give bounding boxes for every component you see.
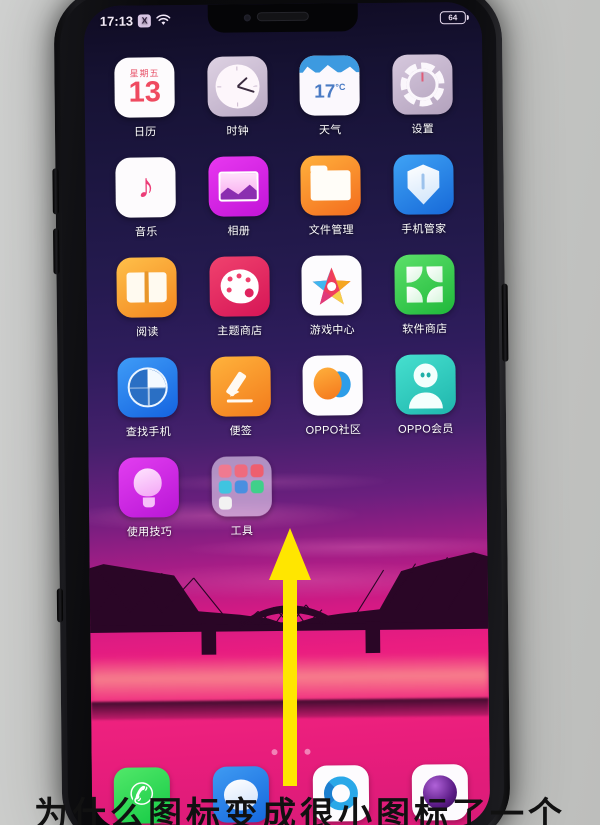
- music-note-glyph: ♪: [137, 167, 155, 206]
- earpiece-speaker: [256, 11, 309, 22]
- app-phone-manager[interactable]: 手机管家: [377, 154, 470, 237]
- grid-empty-slot: [380, 454, 473, 537]
- pencil-note-icon[interactable]: [210, 356, 271, 417]
- star-glyph: [312, 267, 351, 305]
- avatar-body: [408, 392, 443, 409]
- radar-shape: [127, 367, 169, 408]
- battery-indicator: 64: [439, 10, 466, 24]
- app-file-manager[interactable]: 文件管理: [284, 155, 377, 238]
- app-weather[interactable]: 17°C 天气: [283, 55, 376, 138]
- weather-temp-value: 17: [314, 81, 336, 103]
- caption-overlay: 为什么图标变成很小图标了一个: [34, 794, 566, 825]
- palette-shape: [220, 269, 259, 304]
- screen-notch: [207, 3, 358, 33]
- sim-tray[interactable]: [56, 588, 64, 623]
- page-dot[interactable]: [303, 748, 311, 755]
- app-calendar[interactable]: 星期五 13 日历: [98, 57, 191, 140]
- volume-up-button[interactable]: [52, 168, 59, 215]
- app-label: 相册: [227, 225, 251, 238]
- status-bar-left: 17:13 X: [99, 13, 171, 29]
- app-label: 阅读: [135, 326, 159, 339]
- app-label: 软件商店: [402, 323, 448, 336]
- phone-device: 17:13 X 64 星期五 13 日历 时钟 17°C 天气 设置 ♪ 音乐 …: [52, 0, 511, 825]
- app-oppo-member[interactable]: OPPO会员: [379, 354, 472, 437]
- weather-icon[interactable]: 17°C: [299, 55, 361, 116]
- app-label: 游戏中心: [309, 324, 356, 337]
- photos-icon[interactable]: [208, 156, 269, 217]
- volume-down-button[interactable]: [53, 228, 60, 275]
- photo-scene: 17:13 X 64 星期五 13 日历 时钟 17°C 天气 设置 ♪ 音乐 …: [0, 0, 600, 825]
- gear-ring: [400, 62, 445, 107]
- app-grid: 星期五 13 日历 时钟 17°C 天气 设置 ♪ 音乐 相册 文件管理 手机管…: [84, 54, 487, 540]
- file-folder-icon[interactable]: [300, 155, 362, 216]
- member-avatar-icon[interactable]: [395, 354, 456, 415]
- app-label: 设置: [411, 123, 435, 136]
- front-camera-icon: [243, 14, 251, 22]
- settings-gear-icon[interactable]: [391, 54, 453, 115]
- app-label: 时钟: [226, 125, 250, 138]
- palette-icon[interactable]: [209, 256, 270, 317]
- app-label: 手机管家: [401, 223, 447, 236]
- app-label: 便签: [229, 425, 253, 438]
- wifi-icon: [156, 14, 171, 25]
- app-tools-folder[interactable]: 工具: [195, 456, 288, 539]
- app-label: 日历: [133, 126, 157, 139]
- star-game-icon[interactable]: [301, 255, 363, 316]
- app-notes[interactable]: 便签: [194, 356, 287, 439]
- tools-folder-icon[interactable]: [211, 456, 272, 517]
- x-badge-icon: X: [138, 13, 152, 27]
- book-icon[interactable]: [116, 257, 178, 318]
- power-button[interactable]: [501, 283, 509, 362]
- phone-screen[interactable]: 17:13 X 64 星期五 13 日历 时钟 17°C 天气 设置 ♪ 音乐 …: [83, 1, 491, 825]
- folder-shape: [310, 170, 351, 201]
- app-app-store[interactable]: 软件商店: [378, 254, 471, 337]
- app-label: 使用技巧: [126, 526, 173, 539]
- app-clock[interactable]: 时钟: [191, 56, 284, 139]
- bulb-shape: [133, 468, 164, 508]
- app-label: 工具: [230, 525, 254, 538]
- app-game-center[interactable]: 游戏中心: [285, 255, 378, 338]
- app-label: 天气: [318, 124, 342, 137]
- clock-face: [215, 64, 260, 109]
- weather-temp-unit: °C: [335, 81, 346, 93]
- weather-temperature: 17°C: [314, 81, 345, 103]
- app-label: OPPO会员: [398, 423, 454, 436]
- pencil-shape: [223, 369, 257, 403]
- photo-frame: [218, 171, 259, 202]
- balloons-icon[interactable]: [302, 355, 364, 416]
- status-bar-right: 64: [439, 10, 466, 24]
- radar-icon[interactable]: [117, 357, 179, 418]
- app-theme-store[interactable]: 主题商店: [193, 256, 286, 339]
- app-oppo-community[interactable]: OPPO社区: [286, 355, 379, 438]
- app-photos[interactable]: 相册: [192, 156, 285, 239]
- clock-icon[interactable]: [206, 56, 268, 117]
- grid-empty-slot: [287, 455, 380, 538]
- app-label: 音乐: [134, 226, 158, 239]
- folder-mini-grid: [218, 463, 265, 510]
- app-find-phone[interactable]: 查找手机: [101, 357, 194, 440]
- shield-icon[interactable]: [393, 154, 454, 215]
- calendar-icon[interactable]: 星期五 13: [114, 57, 176, 118]
- app-label: OPPO社区: [305, 424, 362, 437]
- music-note-icon[interactable]: ♪: [115, 157, 177, 218]
- app-music[interactable]: ♪ 音乐: [99, 157, 192, 240]
- appstore-quad-icon[interactable]: [394, 254, 455, 315]
- book-shape: [127, 271, 167, 304]
- page-dot[interactable]: [270, 749, 278, 756]
- page-dot-active[interactable]: [286, 748, 295, 756]
- app-label: 文件管理: [308, 224, 354, 237]
- app-settings[interactable]: 设置: [376, 54, 469, 137]
- calendar-day: 13: [128, 75, 162, 109]
- app-reading[interactable]: 阅读: [100, 257, 193, 340]
- quad-shape: [406, 266, 443, 303]
- lightbulb-icon[interactable]: [118, 457, 180, 518]
- app-label: 主题商店: [217, 325, 263, 338]
- app-tips[interactable]: 使用技巧: [102, 457, 195, 540]
- status-time: 17:13: [99, 13, 134, 29]
- app-label: 查找手机: [125, 426, 172, 439]
- shield-shape: [407, 164, 439, 204]
